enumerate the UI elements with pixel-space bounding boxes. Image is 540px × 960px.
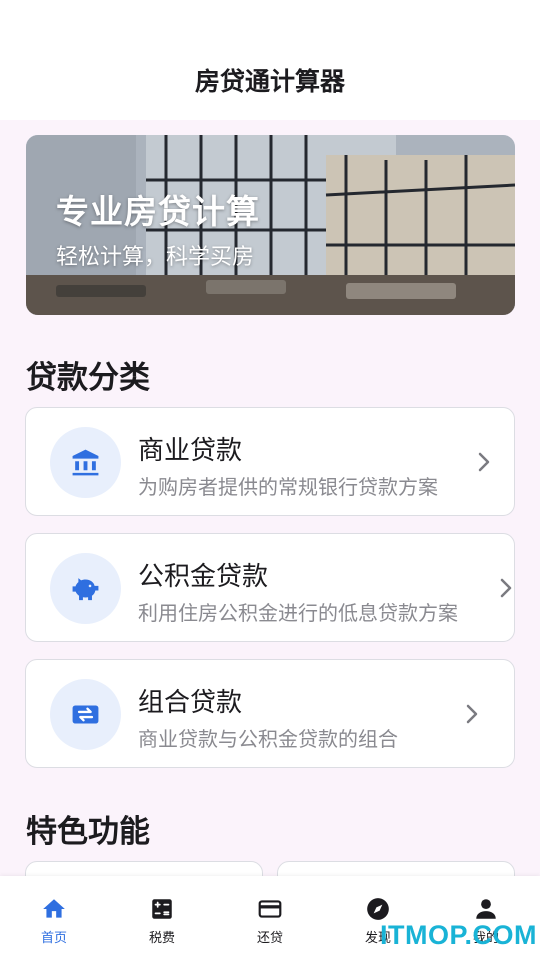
person-icon	[476, 899, 496, 919]
hero-banner[interactable]: 专业房贷计算 轻松计算，科学买房	[26, 135, 515, 315]
banner-subtitle: 轻松计算，科学买房	[56, 245, 255, 270]
chevron-right-icon	[466, 704, 478, 724]
loan-name: 商业贷款	[138, 436, 243, 466]
compass-icon	[367, 898, 389, 920]
home-icon	[43, 899, 65, 918]
nav-item-home[interactable]: 首页	[0, 876, 108, 960]
chevron-right-icon	[478, 452, 490, 472]
nav-item-repayment[interactable]: 还贷	[216, 876, 324, 960]
loan-description: 为购房者提供的常规银行贷款方案	[138, 475, 438, 499]
loan-description: 商业贷款与公积金贷款的组合	[138, 727, 398, 751]
loan-icon-background	[50, 427, 121, 498]
piggy-bank-icon	[72, 578, 99, 601]
nav-label: 首页	[40, 931, 67, 946]
loan-icon-background	[50, 553, 121, 624]
bank-icon	[72, 449, 99, 476]
nav-label: 还贷	[256, 931, 283, 946]
section-title-features: 特色功能	[26, 814, 150, 850]
exchange-icon	[72, 705, 99, 724]
app-header: 房贷通计算器	[0, 0, 540, 120]
loan-name: 公积金贷款	[138, 562, 269, 592]
loan-description: 利用住房公积金进行的低息贷款方案	[138, 601, 458, 625]
credit-card-icon	[258, 900, 282, 918]
section-title-loan-categories: 贷款分类	[26, 360, 150, 396]
loan-card-combined[interactable]: 组合贷款 商业贷款与公积金贷款的组合	[25, 659, 515, 768]
loan-card-provident-fund[interactable]: 公积金贷款 利用住房公积金进行的低息贷款方案	[25, 533, 515, 642]
page-title: 房贷通计算器	[194, 67, 345, 96]
calculator-icon	[152, 899, 172, 919]
chevron-right-icon	[500, 578, 512, 598]
banner-title: 专业房贷计算	[56, 192, 260, 231]
watermark: ITMOP.COM	[380, 920, 538, 950]
loan-name: 组合贷款	[138, 688, 243, 718]
loan-card-commercial[interactable]: 商业贷款 为购房者提供的常规银行贷款方案	[25, 407, 515, 516]
nav-item-tax[interactable]: 税费	[108, 876, 216, 960]
loan-icon-background	[50, 679, 121, 750]
nav-label: 税费	[148, 931, 175, 946]
